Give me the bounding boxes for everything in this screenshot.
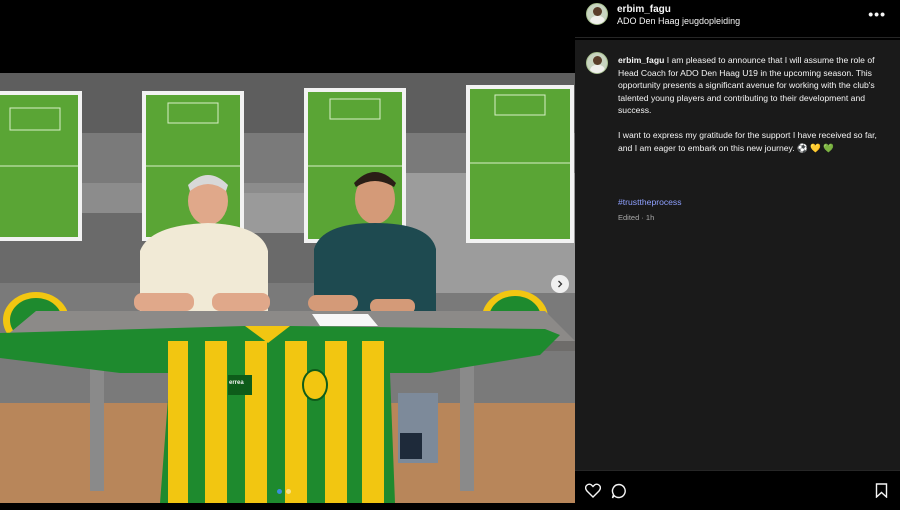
heart-icon [584, 483, 602, 498]
avatar-body [590, 16, 605, 24]
bookmark-icon [875, 483, 888, 499]
avatar-head [593, 56, 602, 65]
post-photo[interactable]: errea [0, 73, 575, 503]
post-location[interactable]: ADO Den Haag jeugdopleiding [617, 16, 740, 26]
comment-icon [611, 483, 626, 499]
pitch-panel-4 [466, 85, 574, 243]
media-panel: errea [0, 0, 575, 510]
avatar[interactable] [586, 3, 608, 25]
comment-button[interactable] [611, 483, 627, 504]
post-header: erbim_fagu ADO Den Haag jeugdopleiding •… [575, 0, 900, 30]
post-photo-illustration [0, 73, 575, 503]
jersey-brand-label: errea [229, 380, 244, 386]
pitch-panel-3 [304, 88, 406, 243]
chevron-right-icon [558, 280, 563, 288]
post-actions-bar [575, 470, 900, 510]
caption-avatar[interactable] [586, 52, 608, 74]
post-username[interactable]: erbim_fagu [617, 4, 671, 15]
like-button[interactable] [584, 483, 602, 503]
avatar-head [593, 7, 602, 16]
next-photo-button[interactable] [551, 275, 569, 293]
avatar-body [590, 65, 605, 73]
edited-timestamp: Edited · 1h [618, 213, 655, 222]
divider [575, 37, 900, 38]
post-side-panel: erbim_fagu ADO Den Haag jeugdopleiding •… [575, 0, 900, 510]
caption-block: erbim_fagu I am pleased to announce that… [575, 40, 900, 470]
caption-paragraph-2: I want to express my gratitude for the s… [618, 130, 877, 153]
hashtag-link[interactable]: #trusttheprocess [618, 197, 682, 207]
caption-text: erbim_fagu I am pleased to announce that… [618, 54, 888, 167]
caption-username[interactable]: erbim_fagu [618, 55, 664, 65]
save-button[interactable] [875, 483, 888, 503]
pitch-panel-1 [0, 91, 82, 241]
pitch-panel-2 [142, 91, 244, 241]
more-options-button[interactable]: ••• [868, 6, 886, 22]
carousel-dot-active [277, 489, 282, 494]
carousel-indicator [277, 489, 291, 494]
carousel-dot [286, 489, 291, 494]
